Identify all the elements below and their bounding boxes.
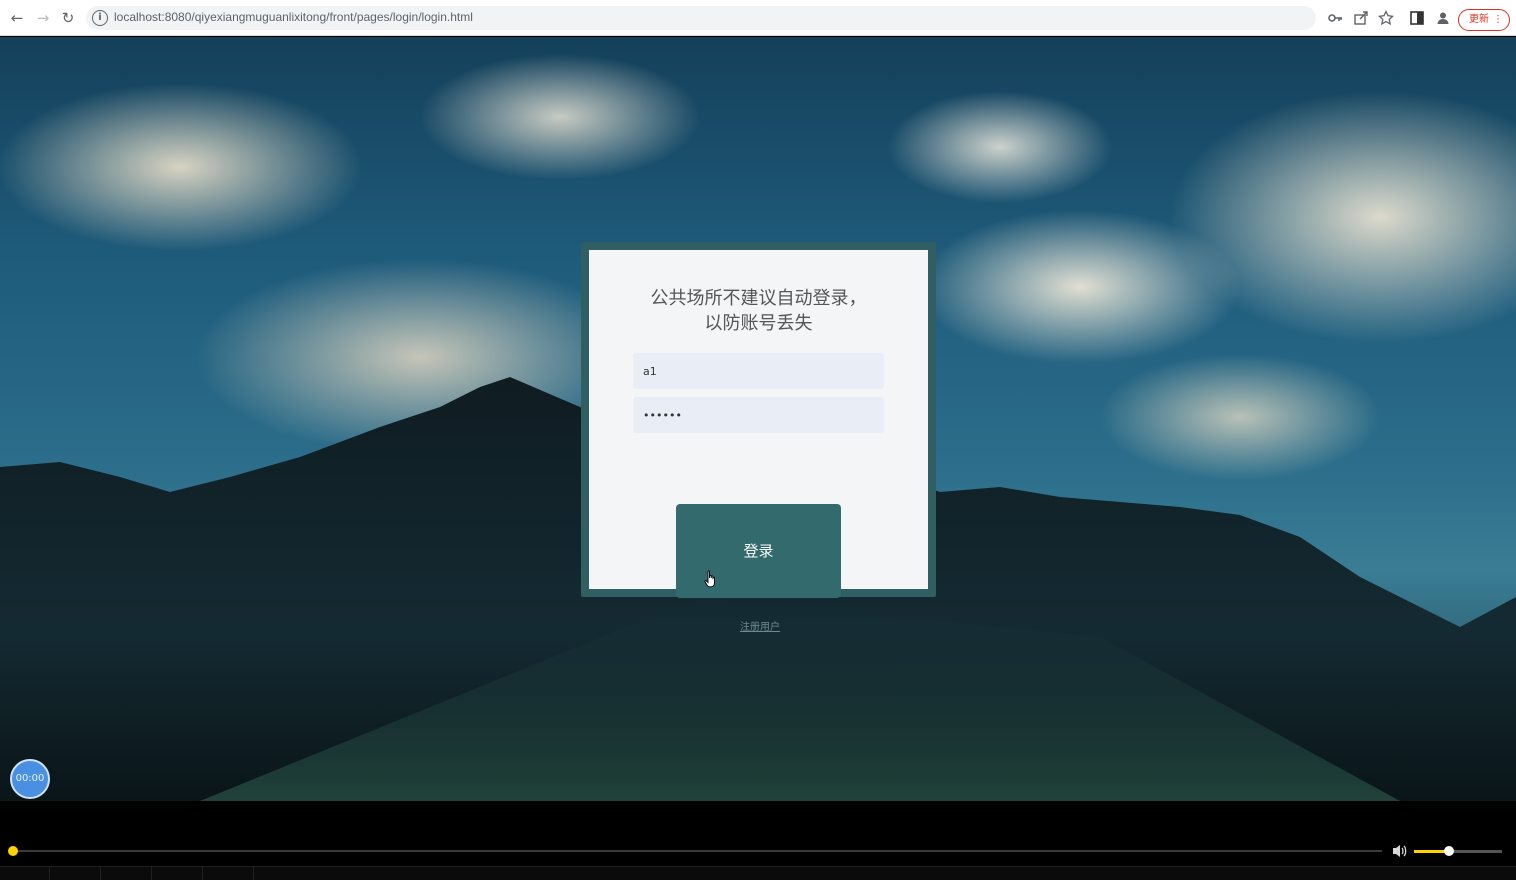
volume-icon[interactable] xyxy=(1391,843,1409,859)
strip-cell xyxy=(51,866,101,880)
strip-cell xyxy=(204,866,254,880)
register-link[interactable]: 注册用户 xyxy=(740,618,780,633)
progress-track[interactable] xyxy=(12,850,1382,852)
bookmark-star-icon[interactable] xyxy=(1377,9,1395,26)
login-warning-title: 公共场所不建议自动登录， 以防账号丢失 xyxy=(589,286,928,336)
key-icon[interactable] xyxy=(1327,10,1343,26)
username-input[interactable] xyxy=(633,353,884,389)
profile-icon[interactable] xyxy=(1435,10,1451,26)
share-icon[interactable] xyxy=(1353,10,1369,26)
strip-cell xyxy=(153,866,203,880)
forward-arrow-icon[interactable]: → xyxy=(33,8,53,28)
strip-cell xyxy=(102,866,152,880)
back-arrow-icon[interactable]: ← xyxy=(7,8,27,28)
update-button-label: 更新 xyxy=(1469,14,1489,25)
login-warning-line2: 以防账号丢失 xyxy=(704,313,813,334)
update-button[interactable]: 更新 ⋮ xyxy=(1458,9,1510,31)
reload-icon[interactable]: ↻ xyxy=(58,8,78,28)
menu-dots-icon: ⋮ xyxy=(1493,14,1503,25)
address-bar[interactable]: i localhost:8080/qiyexiangmuguanlixitong… xyxy=(86,6,1316,30)
browser-toolbar: ← → ↻ i localhost:8080/qiyexiangmuguanli… xyxy=(0,0,1516,36)
side-panel-icon[interactable] xyxy=(1409,10,1425,26)
progress-handle[interactable] xyxy=(8,846,18,856)
volume-handle[interactable] xyxy=(1444,846,1454,856)
strip-cell xyxy=(0,866,50,880)
site-info-icon[interactable]: i xyxy=(92,10,108,26)
hand-cursor-icon xyxy=(704,570,715,588)
url-text[interactable]: localhost:8080/qiyexiangmuguanlixitong/f… xyxy=(114,10,473,24)
login-warning-line1: 公共场所不建议自动登录， xyxy=(650,288,867,309)
login-button[interactable]: 登录 xyxy=(676,504,841,598)
recording-timer[interactable]: 00:00 xyxy=(10,759,50,799)
password-input[interactable] xyxy=(633,397,884,433)
